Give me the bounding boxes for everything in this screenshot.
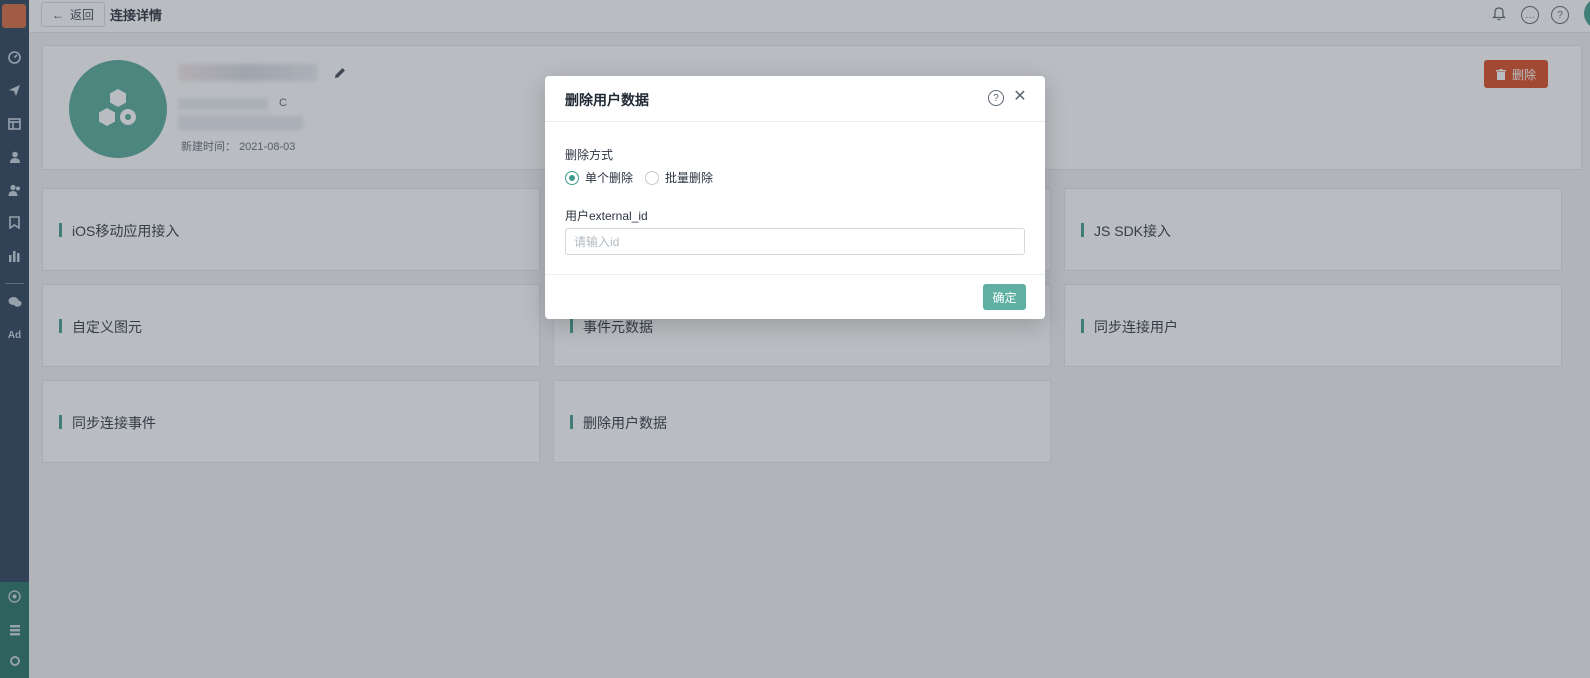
radio-single-delete[interactable]: 单个删除 <box>565 169 633 186</box>
external-id-label: 用户external_id <box>565 209 648 223</box>
radio-label: 单个删除 <box>585 171 634 185</box>
modal-header: 删除用户数据 ? ✕ <box>545 76 1045 122</box>
radio-batch-delete[interactable]: 批量删除 <box>645 169 713 186</box>
close-icon[interactable]: ✕ <box>1012 89 1028 105</box>
external-id-input[interactable] <box>565 228 1025 255</box>
radio-circle[interactable] <box>645 170 659 185</box>
radio-circle-selected[interactable] <box>565 170 579 185</box>
delete-user-data-modal: 删除用户数据 ? ✕ 删除方式 单个删除 批量删除 用户external_id … <box>545 76 1045 319</box>
delete-method-label: 删除方式 <box>565 148 614 162</box>
modal-footer-divider <box>545 274 1045 275</box>
help-icon[interactable]: ? <box>988 90 1004 106</box>
radio-label: 批量删除 <box>665 171 714 185</box>
modal-title: 删除用户数据 <box>565 92 649 108</box>
confirm-button[interactable]: 确定 <box>983 284 1026 310</box>
